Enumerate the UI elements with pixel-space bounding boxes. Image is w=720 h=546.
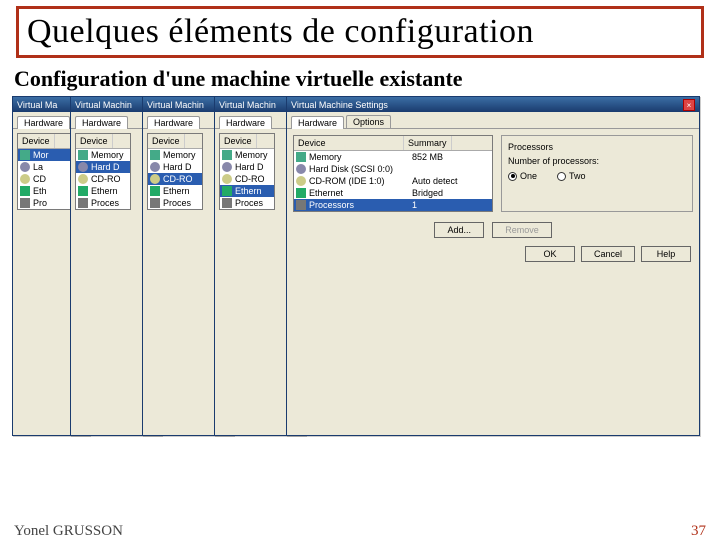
row-cdrom[interactable]: CD-ROM (IDE 1:0) Auto detect (294, 175, 492, 187)
remove-button[interactable]: Remove (492, 222, 552, 238)
cd-icon (296, 176, 306, 186)
footer: Yonel GRUSSON 37 (14, 523, 706, 540)
eth-icon (296, 188, 306, 198)
subtitle: Configuration d'une machine virtuelle ex… (14, 66, 706, 92)
col-summary: Summary (404, 136, 452, 150)
cd-icon (20, 174, 30, 184)
author: Yonel GRUSSON (14, 523, 123, 540)
tab-hardware: Hardware (17, 116, 70, 129)
radio-icon (557, 172, 566, 181)
col-device: Device (294, 136, 404, 150)
titlebar[interactable]: Virtual Machine Settings × (287, 97, 699, 112)
group-label: Processors (508, 142, 686, 152)
help-button[interactable]: Help (641, 246, 691, 262)
eth-icon (20, 186, 30, 196)
tabs: Hardware Options (287, 112, 699, 129)
title-box: Quelques éléments de configuration (16, 6, 704, 58)
dialog-title: Virtual Machine Settings (291, 100, 388, 110)
radio-icon (508, 172, 517, 181)
proc-icon (296, 200, 306, 210)
page-number: 37 (691, 523, 706, 540)
row-processors[interactable]: Processors 1 (294, 199, 492, 211)
num-proc-label: Number of processors: (508, 156, 686, 166)
memory-icon (296, 152, 306, 162)
disk-icon (20, 162, 30, 172)
cancel-button[interactable]: Cancel (581, 246, 635, 262)
tab-options[interactable]: Options (346, 115, 391, 128)
row-hdd[interactable]: Hard Disk (SCSI 0:0) (294, 163, 492, 175)
row-memory[interactable]: Memory 852 MB (294, 151, 492, 163)
disk-icon (296, 164, 306, 174)
dialog-stack: Virtual Ma Hardware Device Mor La CD Eth… (12, 96, 708, 456)
ok-button[interactable]: OK (525, 246, 575, 262)
close-icon[interactable]: × (683, 99, 695, 111)
processors-panel: Processors Number of processors: One Two (501, 135, 693, 212)
tab-hardware[interactable]: Hardware (291, 116, 344, 129)
radio-two[interactable]: Two (557, 171, 586, 181)
add-button[interactable]: Add... (434, 222, 484, 238)
memory-icon (20, 150, 30, 160)
device-list[interactable]: Device Summary Memory 852 MB Hard Disk (… (293, 135, 493, 212)
vm-settings-dialog: Virtual Machine Settings × Hardware Opti… (286, 96, 700, 436)
page-title: Quelques éléments de configuration (27, 13, 693, 51)
radio-one[interactable]: One (508, 171, 537, 181)
proc-icon (20, 198, 30, 208)
row-ethernet[interactable]: Ethernet Bridged (294, 187, 492, 199)
